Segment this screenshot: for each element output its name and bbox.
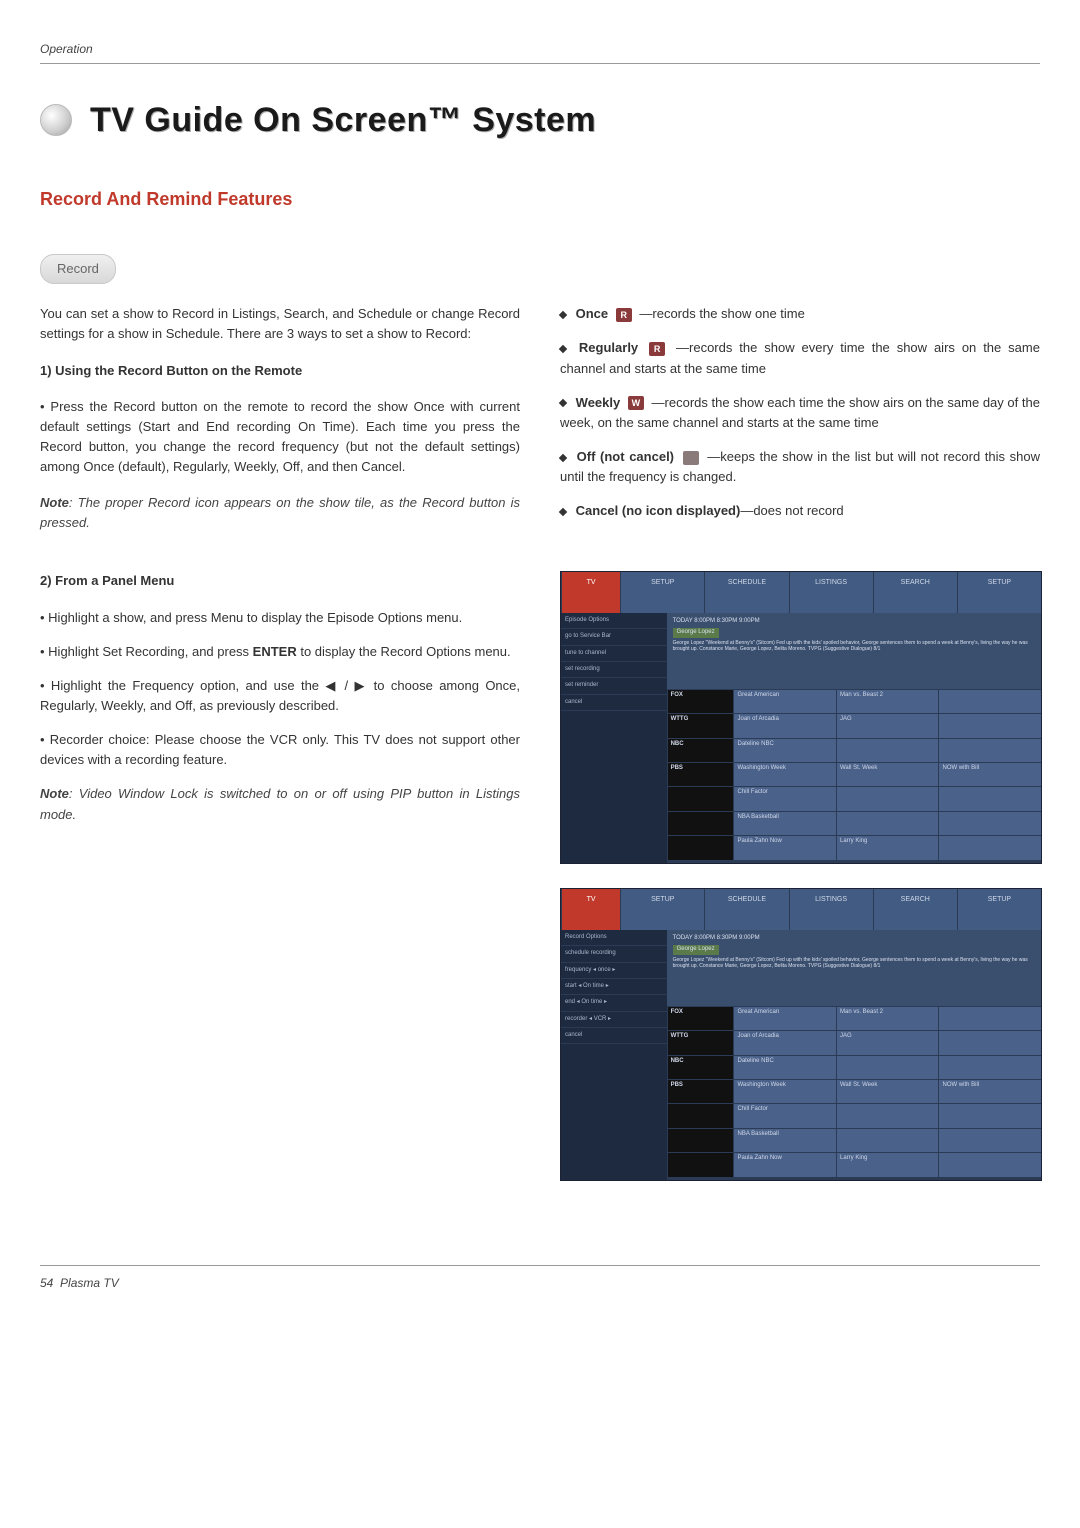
opt-weekly-label: Weekly bbox=[576, 395, 621, 410]
opt-once: Once R —records the show one time bbox=[560, 304, 1040, 324]
columns-upper: You can set a show to Record in Listings… bbox=[40, 304, 1040, 535]
heading-1: 1) Using the Record Button on the Remote bbox=[40, 361, 520, 381]
opt-once-rest: —records the show one time bbox=[639, 306, 804, 321]
opt-off: Off (not cancel) —keeps the show in the … bbox=[560, 447, 1040, 487]
subheading: Record And Remind Features bbox=[40, 186, 1040, 214]
footer-page: 54 bbox=[40, 1276, 53, 1290]
footer: 54 Plasma TV bbox=[40, 1265, 1040, 1293]
note-2: Note: Video Window Lock is switched to o… bbox=[40, 784, 520, 824]
note-1-rest: : The proper Record icon appears on the … bbox=[40, 495, 520, 530]
record-once-icon: R bbox=[616, 308, 632, 322]
record-off-icon bbox=[683, 451, 699, 465]
footer-label: Plasma TV bbox=[60, 1276, 119, 1290]
opt-off-label: Off (not cancel) bbox=[577, 449, 674, 464]
col-left-lower: 2) From a Panel Menu • Highlight a show,… bbox=[40, 571, 520, 1205]
b1: • Highlight a show, and press Menu to di… bbox=[40, 608, 520, 628]
para-1: • Press the Record button on the remote … bbox=[40, 397, 520, 478]
opt-weekly: Weekly W —records the show each time the… bbox=[560, 393, 1040, 433]
guide-screenshot-2: TVSETUPSCHEDULELISTINGSSEARCHSETUPRecord… bbox=[560, 888, 1042, 1181]
diamond-icon bbox=[559, 345, 567, 353]
opt-cancel-rest: —does not record bbox=[740, 503, 843, 518]
heading-2: 2) From a Panel Menu bbox=[40, 571, 520, 591]
note-2-rest: : Video Window Lock is switched to on or… bbox=[40, 786, 520, 821]
opt-cancel: Cancel (no icon displayed)—does not reco… bbox=[560, 501, 1040, 521]
note-1: Note: The proper Record icon appears on … bbox=[40, 493, 520, 533]
page-title: TV Guide On Screen™ System bbox=[90, 94, 596, 147]
diamond-icon bbox=[559, 399, 567, 407]
b2-b: to display the Record Options menu. bbox=[297, 644, 511, 659]
record-weekly-icon: W bbox=[628, 396, 644, 410]
b2-enter: ENTER bbox=[253, 644, 297, 659]
col-left-upper: You can set a show to Record in Listings… bbox=[40, 304, 520, 535]
opt-cancel-label: Cancel (no icon displayed) bbox=[576, 503, 741, 518]
header-section: Operation bbox=[40, 40, 1040, 64]
title-row: TV Guide On Screen™ System bbox=[40, 94, 1040, 147]
record-pill: Record bbox=[40, 254, 116, 284]
b3: • Highlight the Frequency option, and us… bbox=[40, 676, 520, 716]
note-1-prefix: Note bbox=[40, 495, 69, 510]
col-right-upper: Once R —records the show one time Regula… bbox=[560, 304, 1040, 535]
opt-reg-label: Regularly bbox=[579, 340, 638, 355]
b4: • Recorder choice: Please choose the VCR… bbox=[40, 730, 520, 770]
col-right-lower: TVSETUPSCHEDULELISTINGSSEARCHSETUPEpisod… bbox=[560, 571, 1040, 1205]
b2: • Highlight Set Recording, and press ENT… bbox=[40, 642, 520, 662]
guide-screenshot-1: TVSETUPSCHEDULELISTINGSSEARCHSETUPEpisod… bbox=[560, 571, 1042, 864]
record-regularly-icon: R bbox=[649, 342, 665, 356]
diamond-icon bbox=[559, 453, 567, 461]
opt-once-label: Once bbox=[576, 306, 609, 321]
note-2-prefix: Note bbox=[40, 786, 69, 801]
diamond-icon bbox=[559, 311, 567, 319]
diamond-icon bbox=[559, 508, 567, 516]
intro-para: You can set a show to Record in Listings… bbox=[40, 304, 520, 344]
bullet-circle-icon bbox=[40, 104, 72, 136]
b2-a: • Highlight Set Recording, and press bbox=[40, 644, 253, 659]
opt-regularly: Regularly R —records the show every time… bbox=[560, 338, 1040, 378]
columns-lower: 2) From a Panel Menu • Highlight a show,… bbox=[40, 571, 1040, 1205]
